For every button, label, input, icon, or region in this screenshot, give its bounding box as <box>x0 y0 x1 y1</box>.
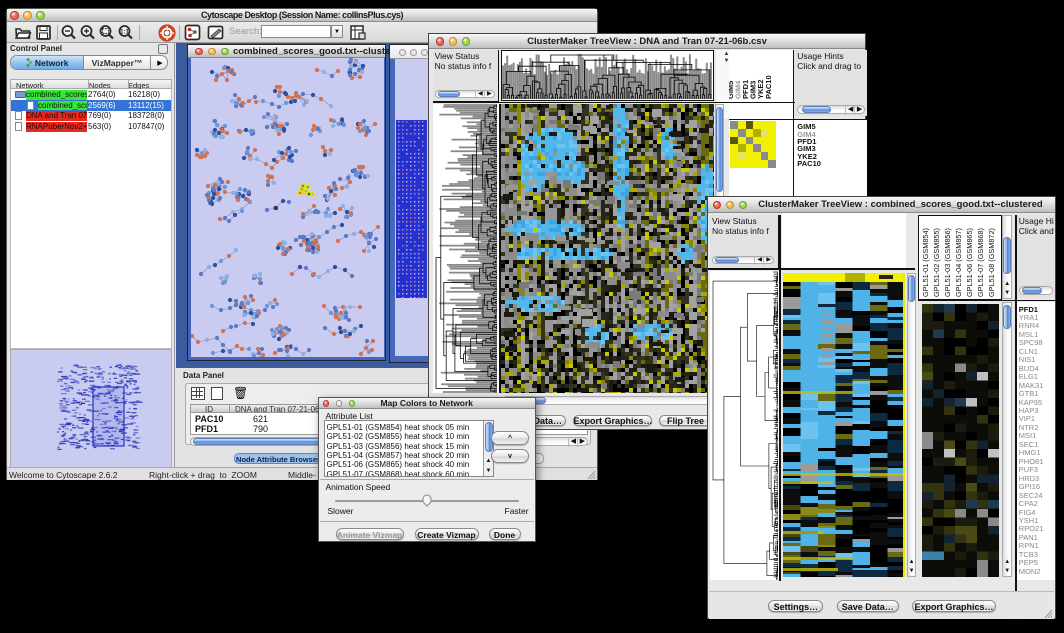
svg-text:1:1: 1:1 <box>120 30 129 36</box>
svg-text:PAC10: PAC10 <box>763 76 772 100</box>
